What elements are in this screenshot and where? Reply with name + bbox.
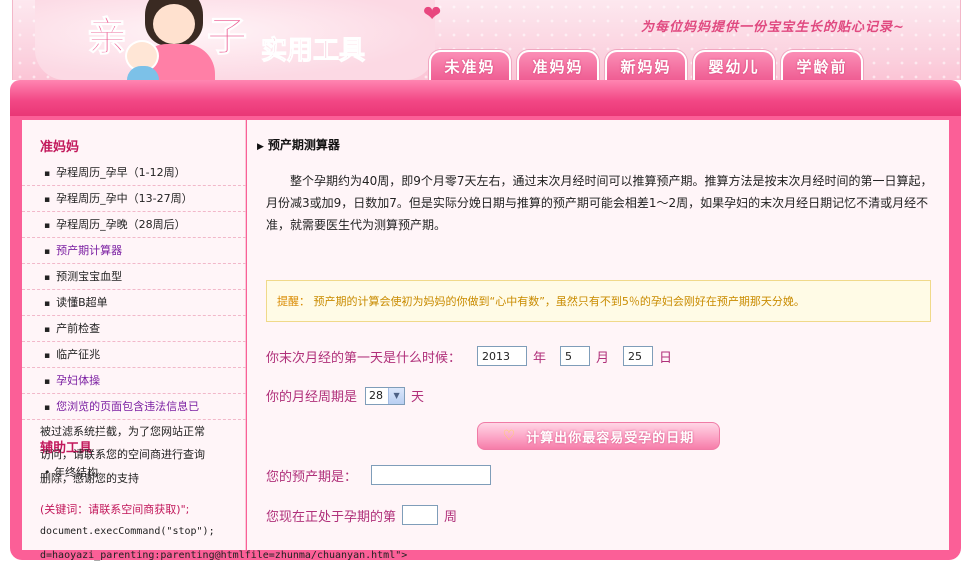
pregnancy-week-label: 您现在正处于孕期的第 [266, 509, 397, 525]
page-margin [961, 0, 969, 566]
cycle-row: 你的月经周期是 28 ▼ 天 [266, 386, 424, 405]
tab-pre-pregnancy[interactable]: 未准妈 [429, 50, 511, 80]
chevron-down-icon[interactable]: ▼ [388, 387, 405, 404]
sidebar-item-exercise[interactable]: 孕妇体操 [22, 368, 246, 394]
tip-label: 提醒： [277, 295, 310, 308]
month-input[interactable] [560, 346, 591, 366]
day-input[interactable] [623, 346, 654, 366]
sidebar-item-blood-type[interactable]: 预测宝宝血型 [22, 264, 246, 290]
sidebar-item-blocked-notice: 您浏览的页面包含违法信息已 [22, 394, 246, 420]
leaked-code-line: document.execCommand("stop"); [40, 526, 215, 537]
logo[interactable]: 亲 子 实用工具 ❤ [35, 0, 441, 80]
due-date-row: 您的预产期是： [266, 465, 497, 485]
pregnancy-week-field[interactable] [402, 505, 439, 525]
month-unit: 月 [596, 350, 610, 366]
tab-infant[interactable]: 婴幼儿 [693, 50, 775, 80]
mother-face [153, 4, 195, 44]
logo-subtitle: 实用工具 [260, 36, 366, 67]
leaked-code-line: d=haoyazi_parenting:parenting@htmlfile=z… [40, 550, 408, 561]
site-header: 亲 子 实用工具 ❤ 为每位妈妈提供一份宝宝生长的贴心记录~ 未准妈 准妈妈 新… [12, 0, 961, 80]
sidebar-item-due-date-calculator[interactable]: 预产期计算器 [22, 238, 246, 264]
pink-banner [10, 80, 961, 118]
calculate-button-label: 计算出你最容易受孕的日期 [526, 430, 695, 446]
heart-icon: ❤ [423, 2, 442, 27]
sidebar-heading: 准妈妈 [40, 140, 80, 155]
day-unit: 日 [659, 350, 673, 366]
sidebar-item-ultrasound[interactable]: 读懂B超单 [22, 290, 246, 316]
logo-char-2: 子 [207, 13, 248, 61]
site-slogan: 为每位妈妈提供一份宝宝生长的贴心记录~ [641, 20, 905, 35]
sidebar-item-labor-signs[interactable]: 临产征兆 [22, 342, 246, 368]
cycle-unit: 天 [411, 390, 425, 405]
heart-outline-icon: ♡ [502, 428, 517, 444]
year-input[interactable] [477, 346, 528, 366]
lmp-row: 你末次月经的第一天是什么时候： 年 月 日 [266, 346, 672, 366]
calculate-button[interactable]: ♡ 计算出你最容易受孕的日期 [477, 422, 720, 450]
sidebar-item-late-calendar[interactable]: 孕程周历_孕晚（28周后） [22, 212, 246, 238]
sidebar-item-prenatal-check[interactable]: 产前检查 [22, 316, 246, 342]
logo-char-1: 亲 [87, 13, 128, 61]
due-date-field[interactable] [371, 465, 492, 485]
sidebar-item-mid-calendar[interactable]: 孕程周历_孕中（13-27周） [22, 186, 246, 212]
due-date-label: 您的预产期是： [266, 469, 358, 485]
sidebar-item-early-calendar[interactable]: 孕程周历_孕早（1-12周） [22, 160, 246, 186]
main-nav-tabs: 未准妈 准妈妈 新妈妈 婴幼儿 学龄前 [429, 50, 863, 80]
intro-paragraph: 整个孕期约为40周，即9个月零7天左右，通过末次月经时间可以推算预产期。推算方法… [266, 174, 933, 232]
year-unit: 年 [533, 350, 547, 366]
tab-expectant-mom[interactable]: 准妈妈 [517, 50, 599, 80]
tip-text: 预产期的计算会使初为妈妈的你做到“心中有数”，虽然只有不到5％的孕妇会刚好在预产… [313, 295, 805, 308]
cycle-select-value: 28 [369, 389, 384, 402]
sidebar-item-year-end[interactable]: • 年终结构 [44, 464, 98, 480]
blocked-notice-line: 被过滤系统拦截，为了您网站正常 [40, 425, 205, 438]
cycle-select[interactable]: 28 ▼ [365, 386, 406, 405]
page-title: 预产期测算器 [257, 136, 340, 153]
pregnancy-week-unit: 周 [444, 509, 458, 525]
pregnancy-week-row: 您现在正处于孕期的第 周 [266, 505, 457, 525]
sidebar-list: 孕程周历_孕早（1-12周） 孕程周历_孕中（13-27周） 孕程周历_孕晚（2… [22, 160, 246, 420]
blocked-notice-line: 访问，请联系您的空间商进行查询 [40, 448, 205, 461]
leaked-code-line: (关键词：请联系空间商获取)"; [40, 503, 190, 516]
tab-new-mom[interactable]: 新妈妈 [605, 50, 687, 80]
cycle-label: 你的月经周期是 [266, 390, 358, 405]
tab-preschool[interactable]: 学龄前 [781, 50, 863, 80]
lmp-label: 你末次月经的第一天是什么时候： [266, 350, 462, 366]
tip-box: 提醒： 预产期的计算会使初为妈妈的你做到“心中有数”，虽然只有不到5％的孕妇会刚… [266, 280, 931, 322]
